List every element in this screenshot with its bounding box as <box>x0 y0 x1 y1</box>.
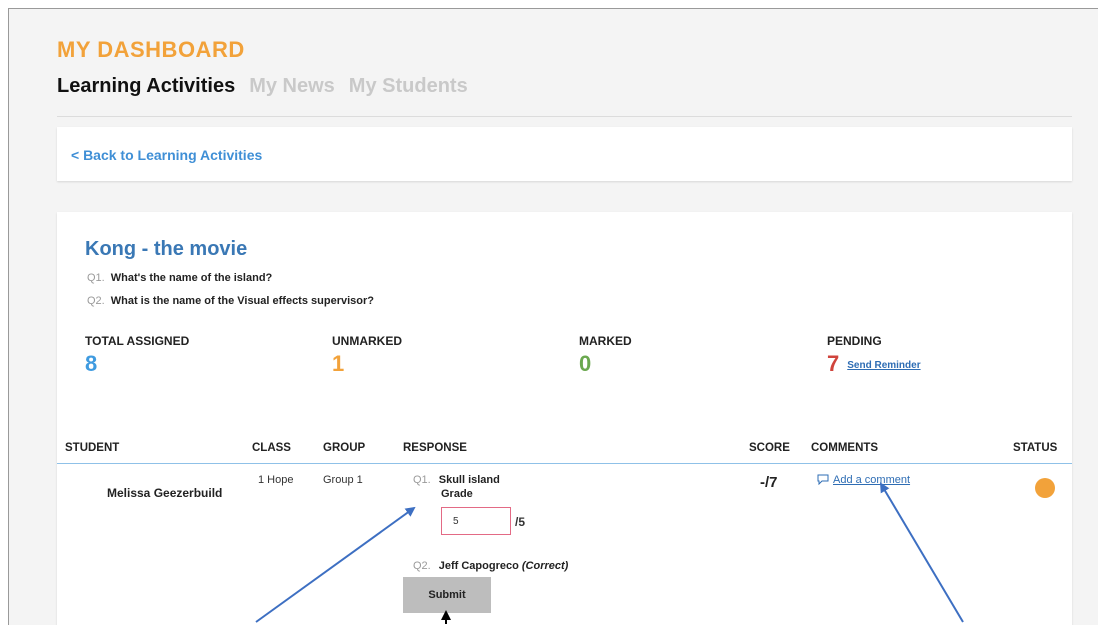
score-cell: -/7 <box>760 474 778 491</box>
stat-label: MARKED <box>579 334 632 348</box>
table-row: Melissa Geezerbuild 1 Hope Group 1 Q1. Sk… <box>57 464 1072 625</box>
add-comment-label: Add a comment <box>833 474 911 486</box>
add-comment-link[interactable]: Add a comment <box>817 474 910 486</box>
status-indicator <box>1035 478 1055 498</box>
question-text: What is the name of the Visual effects s… <box>110 295 374 307</box>
stat-value: 0 <box>579 351 592 376</box>
tab-my-students[interactable]: My Students <box>349 75 468 98</box>
column-header-score: SCORE <box>749 442 790 454</box>
column-header-status: STATUS <box>1013 442 1058 454</box>
stat-pending: PENDING 7 Send Reminder <box>827 334 921 377</box>
send-reminder-link[interactable]: Send Reminder <box>847 360 920 371</box>
back-to-activities-link[interactable]: < Back to Learning Activities <box>71 147 262 163</box>
correct-note: (Correct) <box>521 560 569 572</box>
comment-icon <box>817 474 829 486</box>
response-q1: Q1. Skull island <box>413 474 500 486</box>
response-question-number: Q2. <box>413 560 431 572</box>
grade-max: /5 <box>515 515 526 529</box>
stat-value: 1 <box>332 351 345 376</box>
page-frame: MY DASHBOARD Learning Activities My News… <box>8 8 1098 625</box>
response-q2: Q2. Jeff Capogreco (Correct) <box>413 560 568 572</box>
stat-label: PENDING <box>827 334 882 348</box>
student-name: Melissa Geezerbuild <box>107 486 223 500</box>
response-answer: Jeff Capogreco <box>438 560 519 572</box>
stat-total-assigned: TOTAL ASSIGNED 8 <box>85 334 189 377</box>
column-header-response: RESPONSE <box>403 442 467 454</box>
stat-value: 7 <box>827 351 840 376</box>
stat-value-row: 7 Send Reminder <box>827 351 921 377</box>
question-1: Q1. What's the name of the island? <box>87 272 272 284</box>
grade-input[interactable] <box>441 507 511 535</box>
column-header-class: CLASS <box>252 442 291 454</box>
stat-label: UNMARKED <box>332 334 402 348</box>
tab-my-news[interactable]: My News <box>249 75 335 98</box>
stat-unmarked: UNMARKED 1 <box>332 334 402 377</box>
question-number: Q1. <box>87 272 105 284</box>
stat-label: TOTAL ASSIGNED <box>85 334 190 348</box>
response-question-number: Q1. <box>413 474 431 486</box>
activity-card: Kong - the movie Q1. What's the name of t… <box>57 212 1072 625</box>
question-2: Q2. What is the name of the Visual effect… <box>87 295 374 307</box>
question-number: Q2. <box>87 295 105 307</box>
question-text: What's the name of the island? <box>110 272 273 284</box>
dashboard-tabs: Learning Activities My News My Students <box>57 75 468 98</box>
class-cell: 1 Hope <box>258 474 294 486</box>
column-header-group: GROUP <box>323 442 366 454</box>
tab-learning-activities[interactable]: Learning Activities <box>57 75 235 98</box>
column-header-student: STUDENT <box>65 442 120 454</box>
group-cell: Group 1 <box>323 474 363 486</box>
activity-title: Kong - the movie <box>85 238 248 260</box>
back-card: < Back to Learning Activities <box>57 127 1072 181</box>
response-answer: Skull island <box>438 474 500 486</box>
stat-marked: MARKED 0 <box>579 334 632 377</box>
column-header-comments: COMMENTS <box>811 442 879 454</box>
tabs-divider <box>57 116 1072 117</box>
grade-label: Grade <box>441 488 473 500</box>
stat-value: 8 <box>85 351 98 376</box>
submit-button[interactable]: Submit <box>403 577 491 613</box>
page-title: MY DASHBOARD <box>57 37 245 62</box>
table-header: STUDENT CLASS GROUP RESPONSE SCORE COMME… <box>57 434 1072 464</box>
